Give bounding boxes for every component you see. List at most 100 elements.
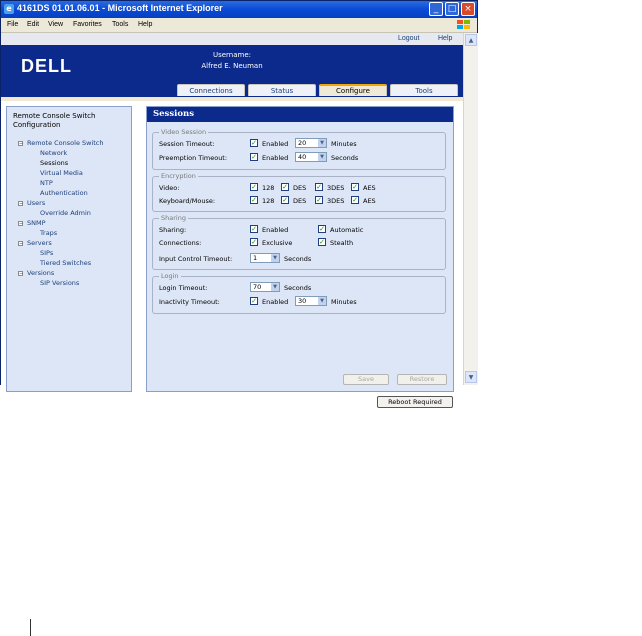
connections-label: Connections: <box>159 239 202 247</box>
sidebar-item-sessions[interactable]: Sessions <box>40 159 68 167</box>
stealth-checkbox[interactable]: ✓ <box>318 238 326 246</box>
select-value: 70 <box>253 283 262 291</box>
sessions-panel: Sessions Video Session Session Timeout: … <box>146 106 454 392</box>
maximize-button[interactable]: □ <box>445 2 459 16</box>
login-timeout-unit: Seconds <box>284 284 312 292</box>
sharing-group: Sharing Sharing: ✓ Enabled ✓ Automatic C… <box>152 214 446 270</box>
window-title: 4161DS 01.01.06.01 - Microsoft Internet … <box>17 3 223 13</box>
km-des-checkbox[interactable]: ✓ <box>281 196 289 204</box>
session-enabled-label: Enabled <box>262 140 289 148</box>
collapse-icon[interactable]: − <box>18 241 23 247</box>
save-button[interactable]: Save <box>343 374 389 385</box>
ie-icon: e <box>4 4 14 14</box>
video-des-checkbox[interactable]: ✓ <box>281 183 289 191</box>
login-timeout-select[interactable]: 70 ▼ <box>250 282 280 292</box>
tab-status[interactable]: Status <box>248 84 316 96</box>
minimize-button[interactable]: _ <box>429 2 443 16</box>
scroll-down-icon[interactable]: ▼ <box>465 371 477 383</box>
km-aes-checkbox[interactable]: ✓ <box>351 196 359 204</box>
sidebar-item-users[interactable]: Users <box>27 199 45 207</box>
group-title: Video Session <box>159 128 209 136</box>
group-title: Login <box>159 272 181 280</box>
sidebar-item-tiered-switches[interactable]: Tiered Switches <box>40 259 91 267</box>
sidebar-item-network[interactable]: Network <box>40 149 67 157</box>
chevron-down-icon: ▼ <box>318 153 326 161</box>
select-value: 30 <box>298 297 307 305</box>
menu-tools[interactable]: Tools <box>112 21 128 28</box>
preemption-enabled-label: Enabled <box>262 154 289 162</box>
collapse-icon[interactable]: − <box>18 141 23 147</box>
menu-favorites[interactable]: Favorites <box>73 21 102 28</box>
session-enabled-checkbox[interactable]: ✓ <box>250 139 258 147</box>
km-3des-checkbox[interactable]: ✓ <box>315 196 323 204</box>
collapse-icon[interactable]: − <box>18 201 23 207</box>
menu-file[interactable]: File <box>7 21 18 28</box>
video-3des-checkbox[interactable]: ✓ <box>315 183 323 191</box>
windows-logo-icon <box>457 20 470 29</box>
sidebar-item-override-admin[interactable]: Override Admin <box>40 209 91 217</box>
help-link[interactable]: Help <box>438 35 452 42</box>
sidebar-item-ntp[interactable]: NTP <box>40 179 53 187</box>
sharing-automatic-checkbox[interactable]: ✓ <box>318 225 326 233</box>
tab-configure[interactable]: Configure <box>319 84 387 96</box>
input-control-timeout-label: Input Control Timeout: <box>159 255 233 263</box>
page-header: DELL Username: Alfred E. Neuman Connecti… <box>1 45 463 97</box>
chevron-down-icon: ▼ <box>271 283 279 291</box>
scroll-up-icon[interactable]: ▲ <box>465 34 477 46</box>
keyboard-mouse-label: Keyboard/Mouse: <box>159 197 216 205</box>
inactivity-unit: Minutes <box>331 298 357 306</box>
reboot-required-button[interactable]: Reboot Required <box>377 396 453 408</box>
tab-connections[interactable]: Connections <box>177 84 245 96</box>
sharing-label: Sharing: <box>159 226 187 234</box>
select-value: 20 <box>298 139 307 147</box>
inactivity-enabled-checkbox[interactable]: ✓ <box>250 297 258 305</box>
sidebar-item-authentication[interactable]: Authentication <box>40 189 88 197</box>
sidebar-item-virtual-media[interactable]: Virtual Media <box>40 169 83 177</box>
collapse-icon[interactable]: − <box>18 271 23 277</box>
menu-view[interactable]: View <box>48 21 63 28</box>
collapse-icon[interactable]: − <box>18 221 23 227</box>
menu-edit[interactable]: Edit <box>27 21 39 28</box>
exclusive-checkbox[interactable]: ✓ <box>250 238 258 246</box>
tab-tools[interactable]: Tools <box>390 84 458 96</box>
sidebar-tree: Remote Console Switch Configuration − Re… <box>6 106 132 392</box>
preemption-unit: Seconds <box>331 154 359 162</box>
group-title: Encryption <box>159 172 198 180</box>
input-control-timeout-select[interactable]: 1 ▼ <box>250 253 280 263</box>
session-timeout-select[interactable]: 20 ▼ <box>295 138 327 148</box>
exclusive-label: Exclusive <box>262 239 293 247</box>
logout-link[interactable]: Logout <box>398 35 419 42</box>
title-bar: e 4161DS 01.01.06.01 - Microsoft Interne… <box>1 1 477 18</box>
sharing-automatic-label: Automatic <box>330 226 364 234</box>
session-unit: Minutes <box>331 140 357 148</box>
login-timeout-label: Login Timeout: <box>159 284 208 292</box>
chevron-down-icon: ▼ <box>318 297 326 305</box>
option-label: DES <box>293 184 307 192</box>
restore-button[interactable]: Restore <box>397 374 447 385</box>
km-128-checkbox[interactable]: ✓ <box>250 196 258 204</box>
option-label: DES <box>293 197 307 205</box>
sidebar-item-traps[interactable]: Traps <box>40 229 57 237</box>
sidebar-item-sips[interactable]: SIPs <box>40 249 53 257</box>
option-label: 3DES <box>327 197 345 205</box>
sidebar-item-snmp[interactable]: SNMP <box>27 219 46 227</box>
inactivity-timeout-label: Inactivity Timeout: <box>159 298 220 306</box>
chevron-down-icon: ▼ <box>318 139 326 147</box>
close-button[interactable]: × <box>461 2 475 16</box>
preemption-timeout-label: Preemption Timeout: <box>159 154 228 162</box>
video-session-group: Video Session Session Timeout: ✓ Enabled… <box>152 128 446 170</box>
preemption-timeout-select[interactable]: 40 ▼ <box>295 152 327 162</box>
preemption-enabled-checkbox[interactable]: ✓ <box>250 153 258 161</box>
sidebar-item-sip-versions[interactable]: SIP Versions <box>40 279 79 287</box>
sidebar-item-remote-console-switch[interactable]: Remote Console Switch <box>27 139 104 147</box>
inactivity-timeout-select[interactable]: 30 ▼ <box>295 296 327 306</box>
group-title: Sharing <box>159 214 188 222</box>
sidebar-item-versions[interactable]: Versions <box>27 269 54 277</box>
sidebar-item-servers[interactable]: Servers <box>27 239 52 247</box>
menu-help[interactable]: Help <box>138 21 152 28</box>
chevron-down-icon: ▼ <box>271 254 279 262</box>
vertical-scrollbar[interactable]: ▲ ▼ <box>463 33 478 385</box>
video-aes-checkbox[interactable]: ✓ <box>351 183 359 191</box>
sharing-enabled-checkbox[interactable]: ✓ <box>250 225 258 233</box>
video-128-checkbox[interactable]: ✓ <box>250 183 258 191</box>
